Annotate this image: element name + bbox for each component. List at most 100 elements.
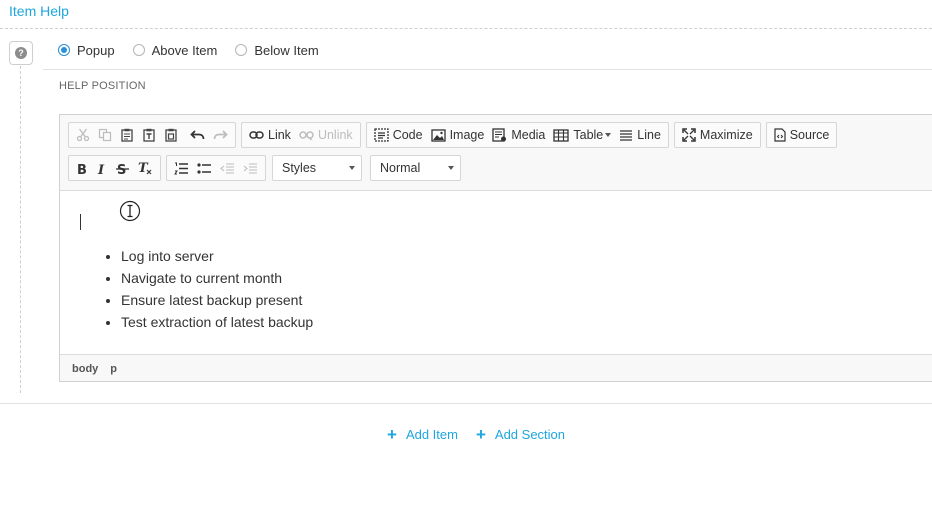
chevron-down-icon [448, 166, 454, 170]
list-item: Test extraction of latest backup [121, 311, 313, 333]
clipboard-group [68, 122, 236, 148]
redo-button[interactable] [209, 123, 232, 147]
unlink-icon [299, 131, 314, 140]
vertical-guide [20, 66, 21, 393]
insert-group: Code Image Media Table Line [365, 122, 669, 148]
bottom-divider [0, 403, 932, 404]
text-cursor [80, 214, 81, 230]
editor-content-area[interactable]: Log into server Navigate to current mont… [60, 190, 932, 355]
radio-below-item-control[interactable] [235, 44, 248, 56]
styles-select-value: Styles [282, 161, 317, 175]
outdent-icon [220, 163, 234, 173]
help-position-radio-group: Popup Above Item Below Item [58, 41, 337, 59]
paste-word-icon [165, 128, 177, 142]
bulleted-list-button[interactable] [193, 156, 216, 180]
redo-icon [213, 130, 228, 140]
code-label: Code [392, 128, 423, 142]
paste-icon [121, 128, 133, 142]
bulleted-list-icon [197, 162, 211, 174]
maximize-icon [682, 128, 696, 142]
numbered-list-button[interactable] [170, 156, 193, 180]
numbered-list-icon [174, 162, 188, 174]
add-section-link[interactable]: + Add Section [475, 424, 566, 444]
scissors-icon [76, 128, 90, 142]
image-button[interactable]: Image [427, 123, 489, 147]
path-p[interactable]: p [110, 363, 117, 375]
toolbar-row-1: Link Unlink Code Image Media Table Line … [68, 122, 842, 148]
radio-popup[interactable]: Popup [58, 43, 115, 58]
format-select[interactable]: Normal [370, 155, 461, 181]
horizontal-line-icon [620, 129, 633, 141]
plus-icon: + [475, 424, 486, 444]
help-icon-button[interactable]: ? [9, 41, 33, 65]
maximize-group: Maximize [673, 122, 761, 148]
source-icon [774, 128, 786, 142]
radio-above-item-control[interactable] [132, 44, 145, 56]
outdent-button[interactable] [216, 156, 239, 180]
link-button[interactable]: Link [245, 123, 295, 147]
radio-below-item[interactable]: Below Item [235, 42, 319, 58]
image-icon [430, 128, 446, 142]
paste-from-word-button[interactable] [160, 123, 182, 147]
link-icon [249, 131, 264, 139]
format-select-value: Normal [380, 161, 421, 175]
radio-popup-control[interactable] [58, 44, 70, 56]
toolbar-row-2: B I S T Styles Normal [68, 155, 469, 181]
code-icon [374, 128, 389, 142]
image-label: Image [449, 128, 485, 142]
styles-select[interactable]: Styles [272, 155, 362, 181]
row-divider [43, 69, 932, 70]
list-item: Log into server [121, 245, 313, 267]
plus-icon: + [387, 424, 397, 444]
italic-button[interactable]: I [92, 156, 112, 180]
copy-button[interactable] [94, 123, 116, 147]
source-button[interactable]: Source [770, 123, 834, 147]
maximize-button[interactable]: Maximize [678, 123, 757, 147]
italic-icon: I [97, 163, 105, 175]
table-button[interactable]: Table [549, 123, 615, 147]
question-icon: ? [15, 47, 27, 59]
code-button[interactable]: Code [370, 123, 427, 147]
radio-above-item-label: Above Item [151, 42, 218, 58]
list-group [166, 155, 266, 181]
unlink-button[interactable]: Unlink [295, 123, 357, 147]
source-group: Source [765, 122, 838, 148]
media-button[interactable]: Media [488, 123, 549, 147]
table-label: Table [573, 128, 604, 142]
chevron-down-icon [349, 166, 355, 170]
radio-above-item[interactable]: Above Item [132, 42, 218, 58]
line-label: Line [637, 128, 661, 142]
radio-popup-label: Popup [77, 42, 115, 58]
paste-button[interactable] [116, 123, 138, 147]
paste-text-icon [143, 128, 155, 142]
chevron-down-icon [605, 133, 612, 137]
unlink-label: Unlink [317, 128, 353, 142]
add-item-link[interactable]: + Add Item [387, 424, 458, 444]
add-section-label: Add Section [494, 427, 566, 442]
table-icon [553, 128, 570, 142]
bold-icon: B [77, 163, 87, 175]
undo-icon [190, 130, 205, 140]
radio-below-item-label: Below Item [254, 42, 319, 58]
maximize-label: Maximize [699, 128, 753, 142]
strikethrough-button[interactable]: S [112, 156, 133, 180]
path-body[interactable]: body [72, 363, 98, 375]
basic-style-group: B I S T [68, 155, 161, 181]
media-label: Media [511, 128, 546, 142]
add-item-label: Add Item [405, 427, 458, 442]
bold-button[interactable]: B [72, 156, 92, 180]
undo-button[interactable] [186, 123, 209, 147]
remove-format-button[interactable]: T [133, 156, 157, 180]
rich-text-editor: Link Unlink Code Image Media Table Line … [59, 114, 932, 382]
line-button[interactable]: Line [615, 123, 665, 147]
paste-as-text-button[interactable] [138, 123, 160, 147]
list-item: Navigate to current month [121, 267, 313, 289]
element-path-bar: body p [72, 363, 129, 375]
remove-format-icon: T [138, 161, 152, 175]
indent-icon [243, 163, 257, 173]
add-actions: + Add Item + Add Section [387, 424, 583, 444]
section-title: Item Help [9, 3, 69, 19]
cut-button[interactable] [72, 123, 94, 147]
indent-button[interactable] [239, 156, 262, 180]
media-icon [492, 128, 507, 142]
